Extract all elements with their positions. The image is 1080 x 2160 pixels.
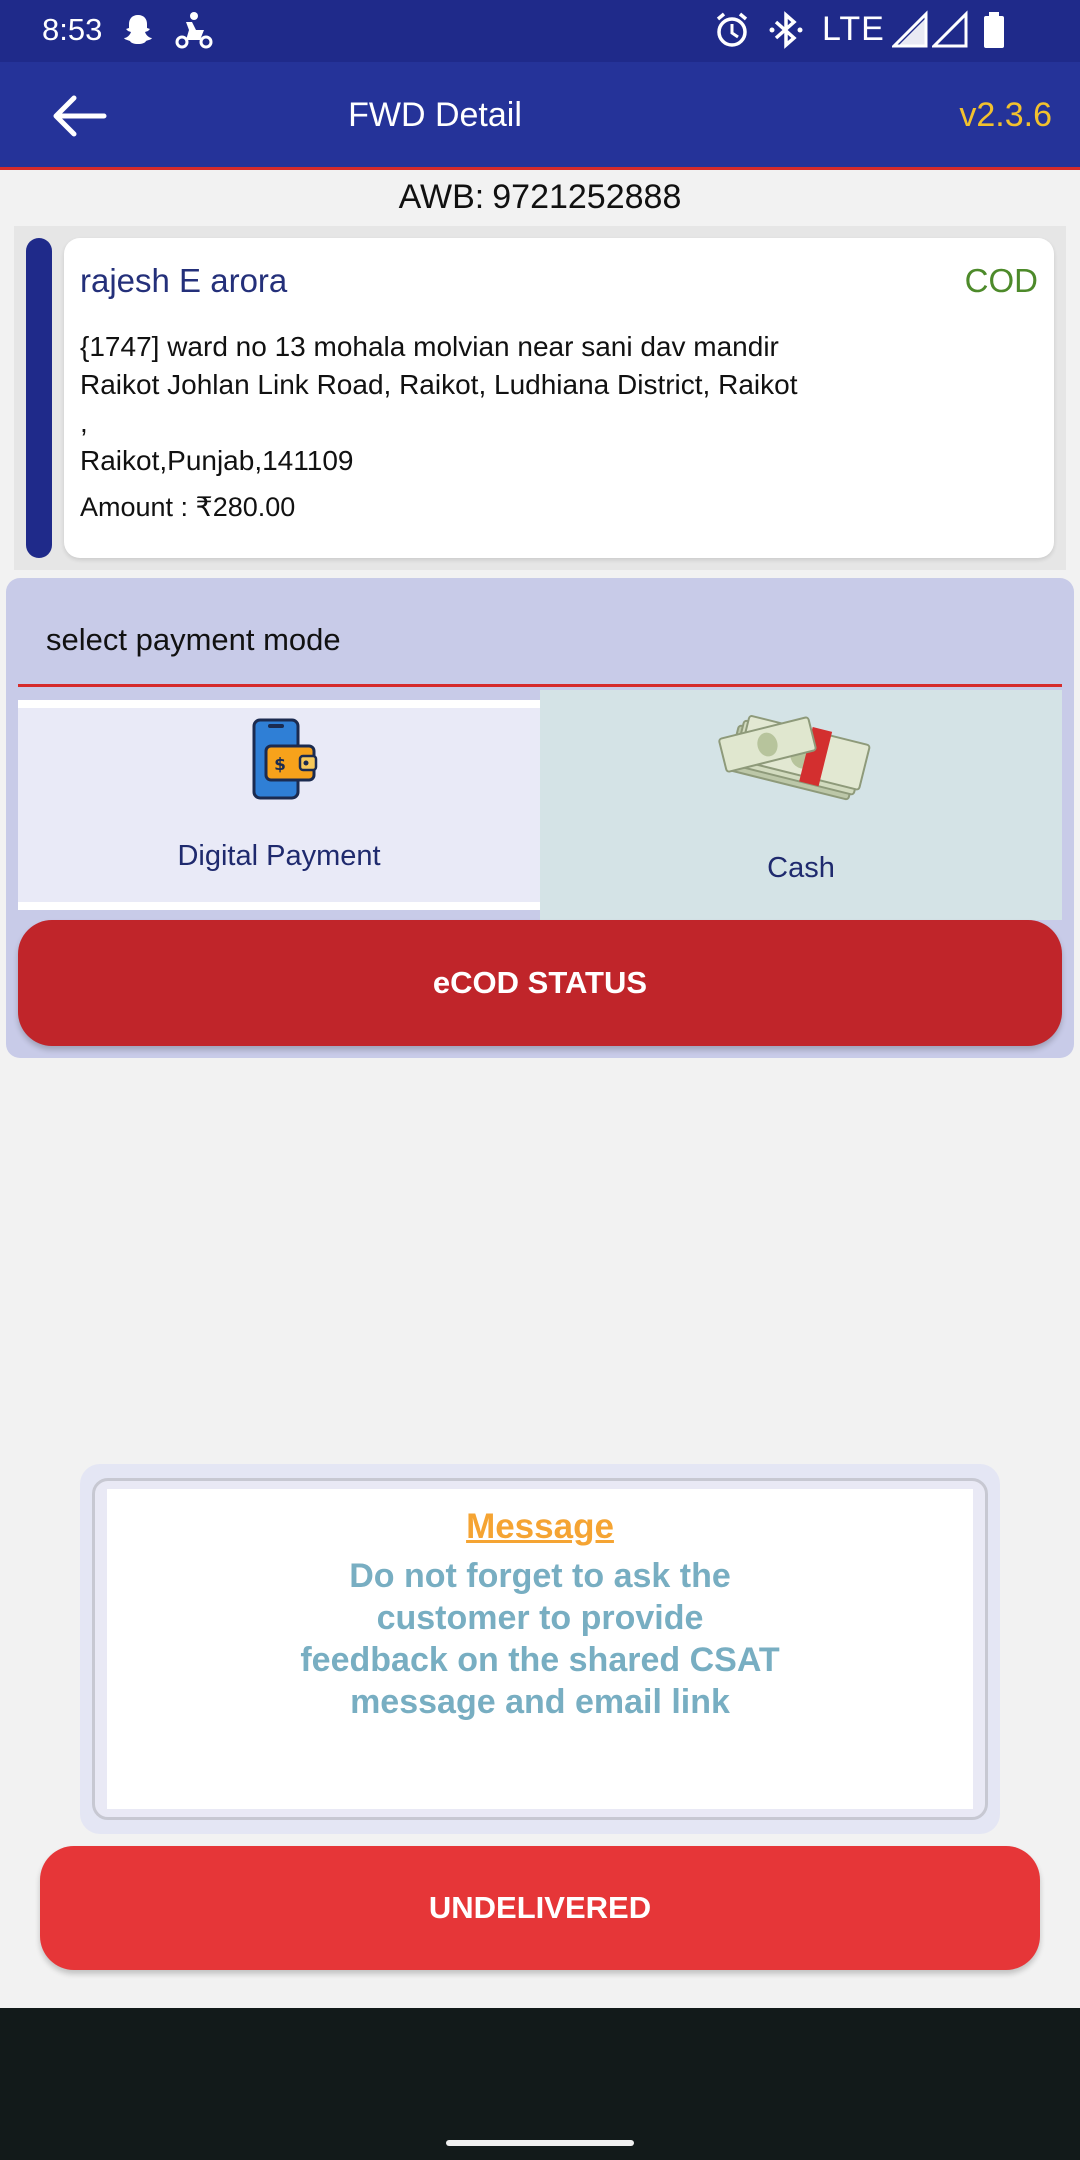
home-indicator[interactable]: [446, 2140, 634, 2146]
message-line: message and email link: [350, 1683, 730, 1721]
divider: [18, 684, 1062, 687]
customer-name: rajesh E arora: [80, 262, 288, 299]
delivery-app-icon: [175, 12, 213, 49]
cash-label: Cash: [767, 852, 835, 884]
cash-option[interactable]: Cash: [540, 690, 1062, 920]
cash-bundle-icon: [718, 715, 871, 801]
signal-icon: [892, 10, 928, 48]
battery-icon: [984, 12, 1004, 48]
message-box: Message Do not forget to ask the custome…: [80, 1464, 1000, 1834]
page-title: FWD Detail: [348, 96, 522, 134]
shipment-card-container: rajesh E arora COD {1747] ward no 13 moh…: [14, 226, 1066, 570]
message-frame: Message Do not forget to ask the custome…: [92, 1478, 988, 1820]
svg-text:$: $: [274, 755, 286, 775]
message-title: Message: [466, 1507, 614, 1546]
message-line: Do not forget to ask the: [349, 1557, 731, 1595]
network-type: LTE: [822, 10, 885, 48]
alarm-icon: [716, 12, 748, 47]
shipment-card: rajesh E arora COD {1747] ward no 13 moh…: [64, 238, 1054, 558]
payment-mode-panel: select payment mode $ Digital Payment Ca…: [6, 578, 1074, 1058]
app-bar: FWD Detail v2.3.6: [0, 62, 1080, 170]
digital-payment-label: Digital Payment: [177, 840, 381, 872]
bluetooth-icon: [769, 11, 803, 49]
message-line: feedback on the shared CSAT: [300, 1641, 780, 1679]
awb-line: AWB: 9721252888: [0, 178, 1080, 217]
undelivered-button[interactable]: UNDELIVERED: [40, 1846, 1040, 1970]
status-bar: 8:53 LTE: [0, 0, 1080, 62]
version-label: v2.3.6: [959, 96, 1052, 134]
awb-label: AWB:: [398, 178, 485, 216]
ecod-status-button[interactable]: eCOD STATUS: [18, 920, 1062, 1046]
amount-label: Amount : ₹280.00: [80, 492, 296, 522]
snapchat-icon: [124, 15, 152, 44]
message-line: customer to provide: [376, 1599, 704, 1637]
payment-mode-heading: select payment mode: [46, 622, 341, 657]
awb-number: 9721252888: [492, 178, 682, 216]
address-line: Raikot,Punjab,141109: [80, 445, 354, 476]
system-nav-bar: [0, 2008, 1080, 2160]
card-accent-bar: [26, 238, 52, 558]
digital-payment-option[interactable]: $ Digital Payment: [18, 700, 540, 910]
message-content: Message Do not forget to ask the custome…: [107, 1489, 973, 1809]
signal-icon: [932, 10, 968, 48]
address-line: Raikot Johlan Link Road, Raikot, Ludhian…: [80, 369, 798, 400]
status-time: 8:53: [42, 12, 103, 47]
phone-wallet-icon: $: [252, 718, 318, 800]
payment-type-badge: COD: [964, 262, 1038, 299]
address-line: ,: [80, 407, 88, 438]
address-line: {1747] ward no 13 mohala molvian near sa…: [80, 331, 779, 362]
address-block: {1747] ward no 13 mohala molvian near sa…: [80, 328, 797, 480]
message-body: Do not forget to ask the customer to pro…: [107, 1555, 973, 1723]
